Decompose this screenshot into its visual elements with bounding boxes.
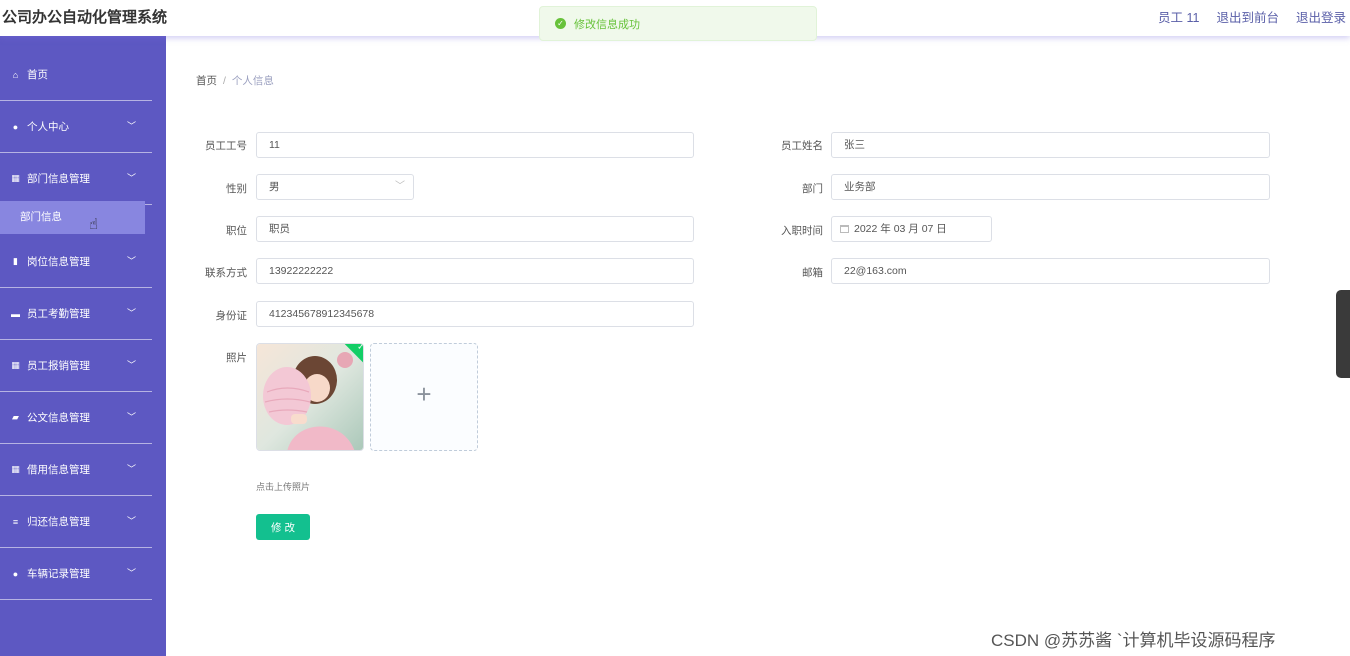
side-scroll-handle[interactable]: [1336, 290, 1350, 378]
sidebar-subitem-department-info[interactable]: 部门信息: [0, 201, 145, 234]
chevron-down-icon: ﹀: [126, 360, 136, 370]
position-label: 职位: [226, 225, 247, 237]
id-card-input[interactable]: 412345678912345678: [256, 301, 694, 327]
watermark-text: CSDN @苏苏酱 `计算机毕设源码程序: [991, 631, 1276, 650]
sidebar-item-label: 员工报销管理: [27, 360, 90, 372]
clipboard-icon: ▮: [13, 256, 18, 266]
submit-button[interactable]: 修 改: [256, 514, 310, 540]
sidebar-item-label: 部门信息管理: [27, 173, 90, 185]
photo-image: [257, 344, 363, 450]
sidebar-item-label: 车辆记录管理: [27, 568, 90, 580]
sidebar-item-label: 首页: [27, 69, 48, 81]
employee-name-input[interactable]: 张三: [831, 132, 1270, 158]
chat-icon: ▰: [12, 412, 19, 422]
grid-icon: ▦: [11, 173, 20, 183]
chevron-down-icon: ﹀: [395, 181, 405, 192]
sidebar-item-position-management[interactable]: ▮ 岗位信息管理 ﹀: [0, 236, 152, 288]
calendar-icon: [840, 225, 849, 233]
breadcrumb-separator: /: [223, 75, 226, 87]
user-icon: ●: [12, 121, 19, 132]
chevron-down-icon: ﹀: [126, 173, 136, 183]
chevron-down-icon: ﹀: [126, 516, 136, 526]
photo-upload-button[interactable]: +: [370, 343, 478, 451]
employee-no-input[interactable]: 11: [256, 132, 694, 158]
breadcrumb-home[interactable]: 首页: [196, 75, 217, 87]
app-title: 公司办公自动化管理系统: [2, 9, 168, 26]
sidebar-item-label: 公文信息管理: [27, 412, 90, 424]
employee-no-label: 员工工号: [205, 140, 247, 152]
chevron-down-icon: ﹀: [126, 568, 136, 578]
plus-icon: +: [416, 379, 432, 409]
position-input[interactable]: 职员: [256, 216, 694, 242]
sidebar-item-department-management[interactable]: ▦ 部门信息管理 ﹀: [0, 153, 152, 205]
chevron-down-icon: ﹀: [126, 121, 136, 131]
employee-name-label: 员工姓名: [781, 140, 823, 152]
home-icon: ⌂: [12, 69, 19, 80]
grid-icon: ▦: [11, 360, 20, 370]
hire-date-label: 入职时间: [781, 225, 823, 237]
id-card-label: 身份证: [215, 310, 248, 322]
gender-value: 男: [269, 181, 280, 193]
exit-to-front-link[interactable]: 退出到前台: [1216, 7, 1279, 26]
sidebar-item-label: 岗位信息管理: [27, 256, 90, 268]
email-label: 邮箱: [802, 267, 823, 279]
chevron-down-icon: ﹀: [126, 412, 136, 422]
breadcrumb: 首页 / 个人信息: [196, 73, 274, 88]
chevron-down-icon: ﹀: [126, 256, 136, 266]
sidebar-item-label: 个人中心: [27, 121, 69, 133]
mouse-pointer-icon: ☝: [89, 216, 99, 233]
toast-message: 修改信息成功: [574, 18, 640, 31]
hire-date-picker[interactable]: 2022 年 03 月 07 日: [831, 216, 992, 242]
current-user-label: 员工 11: [1158, 11, 1200, 25]
sidebar: ⌂ 首页 ● 个人中心 ﹀ ▦ 部门信息管理 ﹀ 部门信息 ▮ 岗位信息管理 ﹀…: [0, 36, 166, 656]
chevron-down-icon: ﹀: [126, 464, 136, 474]
sidebar-item-vehicle-management[interactable]: ● 车辆记录管理 ﹀: [0, 548, 152, 600]
logout-link[interactable]: 退出登录: [1296, 7, 1346, 26]
phone-label: 联系方式: [205, 267, 247, 279]
sidebar-item-document-management[interactable]: ▰ 公文信息管理 ﹀: [0, 392, 152, 444]
grid-icon: ▦: [11, 464, 20, 474]
sidebar-item-label: 员工考勤管理: [27, 308, 90, 320]
sidebar-item-personal-center[interactable]: ● 个人中心 ﹀: [0, 101, 152, 153]
uploaded-photo[interactable]: ✓: [256, 343, 364, 451]
photo-label: 照片: [226, 352, 247, 364]
sidebar-item-borrow-management[interactable]: ▦ 借用信息管理 ﹀: [0, 444, 152, 496]
success-toast: ✓ 修改信息成功: [539, 6, 817, 41]
check-icon: ✓: [357, 343, 364, 352]
top-right-links: 员工 11 退出到前台 退出登录: [1158, 7, 1346, 26]
gender-label: 性别: [226, 183, 247, 195]
department-label: 部门: [802, 183, 823, 195]
monitor-icon: ▬: [11, 308, 20, 319]
chevron-down-icon: ﹀: [126, 308, 136, 318]
email-input[interactable]: 22@163.com: [831, 258, 1270, 284]
user-icon: ●: [12, 568, 19, 579]
success-check-icon: ✓: [555, 18, 566, 29]
list-icon: ≡: [12, 516, 19, 527]
sidebar-item-home[interactable]: ⌂ 首页: [0, 49, 152, 101]
sidebar-item-label: 借用信息管理: [27, 464, 90, 476]
upload-hint: 点击上传照片: [256, 482, 311, 492]
sidebar-item-attendance-management[interactable]: ▬ 员工考勤管理 ﹀: [0, 288, 152, 340]
gender-select[interactable]: 男 ﹀: [256, 174, 414, 200]
department-input[interactable]: 业务部: [831, 174, 1270, 200]
sidebar-item-reimbursement-management[interactable]: ▦ 员工报销管理 ﹀: [0, 340, 152, 392]
hire-date-value: 2022 年 03 月 07 日: [854, 223, 947, 235]
breadcrumb-current: 个人信息: [231, 75, 274, 87]
sidebar-item-label: 归还信息管理: [27, 516, 90, 528]
sidebar-item-return-management[interactable]: ≡ 归还信息管理 ﹀: [0, 496, 152, 548]
phone-input[interactable]: 13922222222: [256, 258, 694, 284]
